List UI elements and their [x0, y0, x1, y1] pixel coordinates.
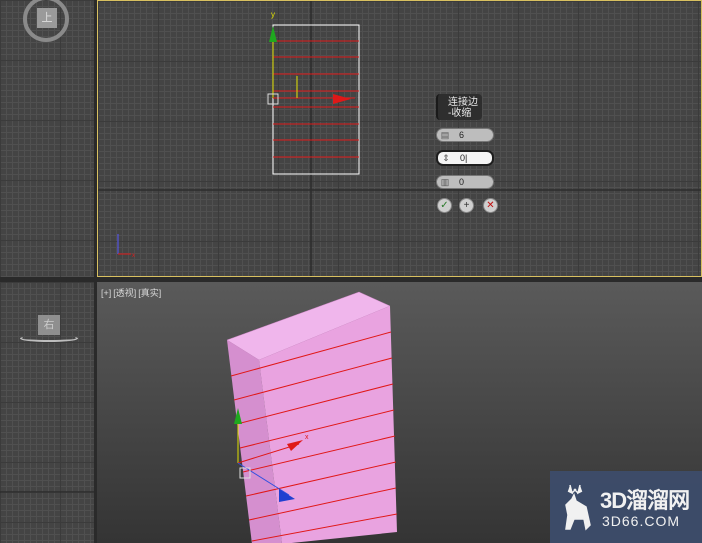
- viewport-top[interactable]: y x 连接边 -收缩 ▤ 6 ⇕ 0| ▥ 0 ✓ + ✕: [97, 0, 702, 277]
- pinch-spinner[interactable]: ⇕ 0|: [436, 150, 494, 166]
- close-icon[interactable]: ✕: [483, 198, 498, 213]
- deer-logo-icon: [565, 484, 591, 531]
- caddy-title-line1: 连接边: [448, 97, 478, 108]
- watermark-brand: 3D溜溜网: [600, 488, 690, 513]
- slide-spinner[interactable]: ▥ 0: [436, 175, 494, 189]
- watermark: 3D溜溜网 3D66.COM: [550, 471, 702, 543]
- pinch-value[interactable]: 0|: [460, 152, 467, 164]
- viewport-menu-view[interactable]: [透视]: [113, 288, 136, 298]
- world-axis-tripod: x: [117, 234, 135, 259]
- viewport-bottom-left[interactable]: 右: [0, 282, 94, 543]
- viewcube-face-label[interactable]: 上: [37, 8, 57, 28]
- pinch-icon: ⇕: [442, 153, 450, 163]
- viewport-divider-horizontal[interactable]: [0, 277, 702, 282]
- viewport-top-left[interactable]: 上: [0, 0, 94, 277]
- segments-value[interactable]: 6: [459, 129, 464, 141]
- top-view-scene: y x: [98, 1, 701, 276]
- left-view-lines: [0, 491, 94, 493]
- check-icon[interactable]: ✓: [437, 198, 452, 213]
- segments-icon: ▤: [440, 130, 450, 140]
- viewport-label[interactable]: [+] [透视] [真实]: [101, 286, 163, 299]
- top-axis-y-label: y: [271, 10, 275, 19]
- plus-icon[interactable]: +: [459, 198, 474, 213]
- caddy-title-line2: -收缩: [448, 108, 472, 119]
- segments-spinner[interactable]: ▤ 6: [436, 128, 494, 142]
- viewport-menu-plus[interactable]: [+]: [101, 288, 111, 298]
- viewport-divider-vertical[interactable]: [94, 0, 97, 543]
- slide-icon: ▥: [440, 177, 450, 187]
- slide-value[interactable]: 0: [459, 176, 464, 188]
- watermark-domain: 3D66.COM: [602, 513, 681, 529]
- tripod-x-label: x: [132, 253, 135, 259]
- caddy-title: 连接边 -收缩: [436, 94, 482, 120]
- persp-axis-x-label: x: [305, 434, 309, 441]
- viewcube-top[interactable]: 上: [23, 0, 69, 42]
- viewport-menu-shading[interactable]: [真实]: [138, 288, 161, 298]
